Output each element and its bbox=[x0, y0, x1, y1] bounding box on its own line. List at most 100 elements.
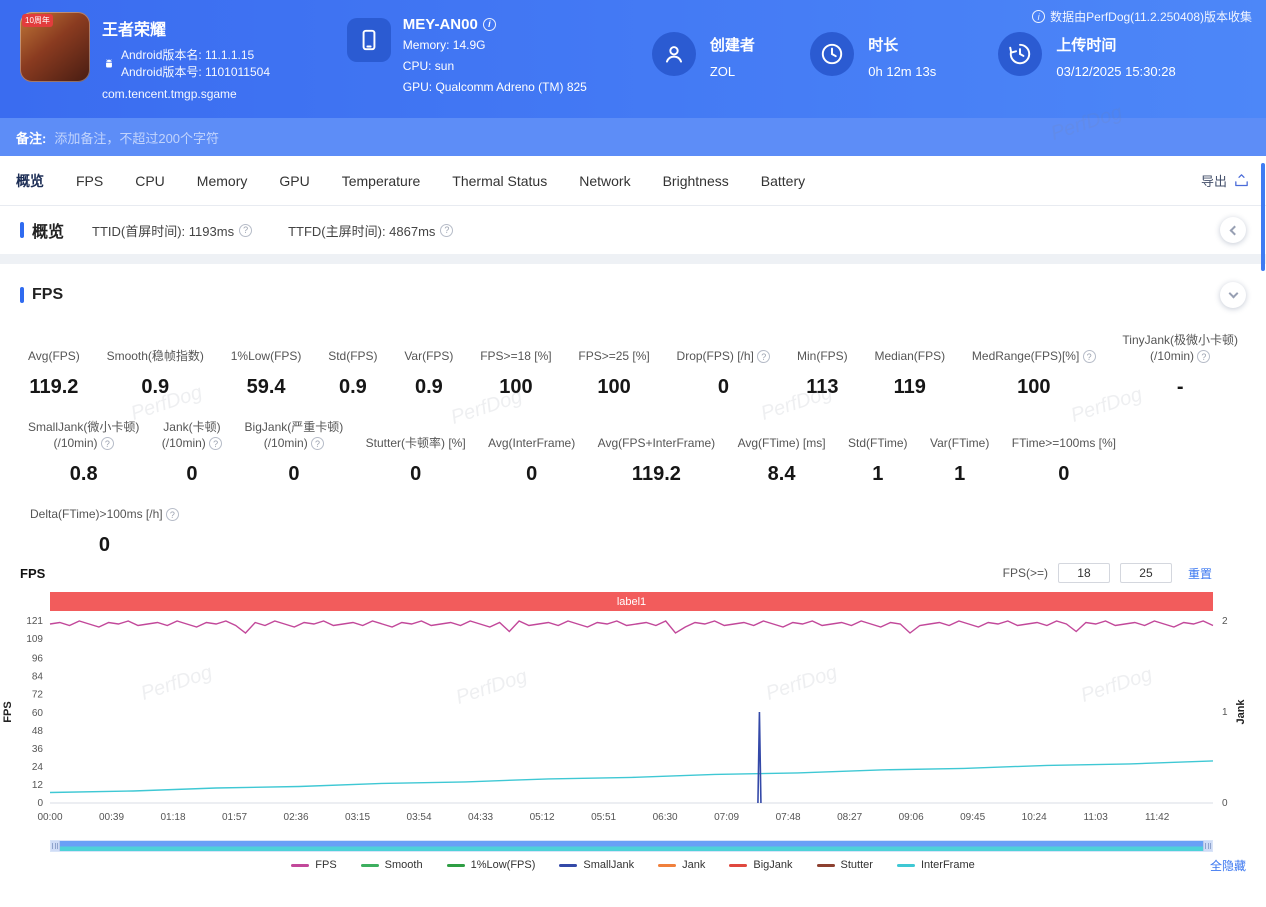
game-block: 10周年 王者荣耀 Android版本名: 11.1.1.15 Android版… bbox=[20, 12, 347, 118]
help-icon[interactable]: ? bbox=[757, 350, 770, 363]
tab-Brightness[interactable]: Brightness bbox=[663, 173, 729, 189]
metric-value: 0 bbox=[366, 463, 466, 486]
fps-section-header: FPS bbox=[0, 264, 1266, 308]
metric-Smooth(稳帧指数): Smooth(稳帧指数)0.9 bbox=[107, 348, 204, 399]
legend-label: Smooth bbox=[385, 859, 423, 871]
overview-expand-button[interactable] bbox=[1220, 217, 1246, 243]
device-info-icon[interactable]: i bbox=[483, 18, 496, 31]
fps-chart[interactable]: 01224364860728496109121012FPSJank00:0000… bbox=[0, 611, 1266, 835]
svg-text:0: 0 bbox=[37, 798, 43, 809]
metric-Drop(FPS) [/h]: Drop(FPS) [/h] ?0 bbox=[677, 348, 771, 399]
legend-label: BigJank bbox=[753, 859, 792, 871]
overview-section: 概览 TTID(首屏时间): 1193ms ? TTFD(主屏时间): 4867… bbox=[0, 206, 1266, 264]
range-fill[interactable] bbox=[60, 841, 1203, 851]
device-memory: Memory: 14.9G bbox=[403, 35, 587, 56]
help-icon[interactable]: ? bbox=[209, 437, 222, 450]
metric-label: BigJank(严重卡顿)(/10min) ? bbox=[245, 419, 344, 451]
metric-Stutter(卡顿率) [%]: Stutter(卡顿率) [%] 0 bbox=[366, 435, 466, 486]
page-scrollbar-thumb[interactable] bbox=[1261, 163, 1265, 271]
range-left-handle[interactable] bbox=[51, 841, 60, 851]
legend-SmallJank[interactable]: SmallJank bbox=[559, 859, 634, 871]
creator-value: ZOL bbox=[710, 64, 755, 79]
legend-FPS[interactable]: FPS bbox=[291, 859, 336, 871]
svg-text:121: 121 bbox=[26, 616, 43, 627]
tab-GPU[interactable]: GPU bbox=[279, 173, 309, 189]
metric-value: 113 bbox=[797, 376, 848, 399]
metric-label: Jank(卡顿)(/10min) ? bbox=[162, 419, 222, 451]
metric-label: 1%Low(FPS) bbox=[231, 348, 302, 364]
metric-Std(FTime): Std(FTime)1 bbox=[848, 435, 908, 486]
note-input[interactable]: 添加备注，不超过200个字符 bbox=[54, 128, 1250, 147]
reset-link[interactable]: 重置 bbox=[1188, 565, 1212, 582]
legend-InterFrame[interactable]: InterFrame bbox=[897, 859, 975, 871]
metric-1%Low(FPS): 1%Low(FPS)59.4 bbox=[231, 348, 302, 399]
metric-value: 100 bbox=[972, 376, 1096, 399]
metric-FTime>=100ms [%]: FTime>=100ms [%]0 bbox=[1012, 435, 1116, 486]
legend-Smooth[interactable]: Smooth bbox=[361, 859, 423, 871]
fps-collapse-button[interactable] bbox=[1220, 282, 1246, 308]
help-icon[interactable]: ? bbox=[166, 508, 179, 521]
metric-label: TinyJank(极微小卡顿)(/10min) ? bbox=[1122, 332, 1238, 364]
svg-text:36: 36 bbox=[32, 744, 44, 755]
legend-swatch bbox=[291, 864, 309, 867]
svg-text:96: 96 bbox=[32, 654, 44, 665]
help-icon[interactable]: ? bbox=[239, 224, 252, 237]
chevron-left-icon bbox=[1229, 225, 1239, 235]
hide-all-link[interactable]: 全隐藏 bbox=[1210, 857, 1246, 874]
fps-threshold-label: FPS(>=) bbox=[1003, 566, 1048, 580]
help-icon[interactable]: ? bbox=[1083, 350, 1096, 363]
tab-CPU[interactable]: CPU bbox=[135, 173, 165, 189]
metric-value: 1 bbox=[930, 463, 989, 486]
help-icon[interactable]: ? bbox=[440, 224, 453, 237]
help-icon[interactable]: ? bbox=[311, 437, 324, 450]
help-icon[interactable]: ? bbox=[101, 437, 114, 450]
metric-label: FPS>=18 [%] bbox=[480, 348, 551, 364]
game-icon: 10周年 bbox=[20, 12, 90, 82]
fps-section-title: FPS bbox=[32, 286, 63, 304]
tab-Temperature[interactable]: Temperature bbox=[342, 173, 421, 189]
chart-controls: FPS FPS(>=) 重置 bbox=[20, 563, 1212, 583]
tab-Thermal Status[interactable]: Thermal Status bbox=[452, 173, 547, 189]
svg-text:00:39: 00:39 bbox=[99, 812, 124, 823]
metric-value: 0.9 bbox=[328, 376, 377, 399]
metrics-rows: Avg(FPS)119.2Smooth(稳帧指数)0.91%Low(FPS)59… bbox=[0, 332, 1266, 557]
svg-text:1: 1 bbox=[1222, 707, 1228, 718]
legend-label: 1%Low(FPS) bbox=[471, 859, 536, 871]
legend-Stutter[interactable]: Stutter bbox=[817, 859, 873, 871]
export-button[interactable]: 导出 bbox=[1201, 171, 1250, 190]
svg-text:05:12: 05:12 bbox=[530, 812, 555, 823]
metric-row: Avg(FPS)119.2Smooth(稳帧指数)0.91%Low(FPS)59… bbox=[0, 332, 1266, 399]
metric-MedRange(FPS)[%]: MedRange(FPS)[%] ?100 bbox=[972, 348, 1096, 399]
svg-text:05:51: 05:51 bbox=[591, 812, 616, 823]
history-clock-icon bbox=[998, 32, 1042, 76]
tab-FPS[interactable]: FPS bbox=[76, 173, 103, 189]
svg-text:24: 24 bbox=[32, 762, 44, 773]
fps-threshold-input-2[interactable] bbox=[1120, 563, 1172, 583]
metric-label: Stutter(卡顿率) [%] bbox=[366, 435, 466, 451]
device-cpu: CPU: sun bbox=[403, 56, 587, 77]
svg-text:FPS: FPS bbox=[2, 701, 14, 722]
ttid-value: TTID(首屏时间): 1193ms bbox=[92, 221, 234, 240]
range-right-handle[interactable] bbox=[1203, 841, 1212, 851]
chart-range-scrollbar[interactable] bbox=[50, 840, 1213, 852]
legend-Jank[interactable]: Jank bbox=[658, 859, 705, 871]
collect-note-text: 数据由PerfDog(11.2.250408)版本收集 bbox=[1050, 8, 1252, 25]
collect-note: i 数据由PerfDog(11.2.250408)版本收集 bbox=[1032, 8, 1252, 25]
metric-label: Avg(FPS) bbox=[28, 348, 80, 364]
svg-text:Jank: Jank bbox=[1235, 699, 1247, 725]
tab-Memory[interactable]: Memory bbox=[197, 173, 248, 189]
metric-value: 0 bbox=[162, 463, 222, 486]
tab-Battery[interactable]: Battery bbox=[761, 173, 805, 189]
metric-Avg(FTime) [ms]: Avg(FTime) [ms]8.4 bbox=[738, 435, 826, 486]
svg-text:12: 12 bbox=[32, 780, 44, 791]
tab-概览[interactable]: 概览 bbox=[16, 171, 44, 191]
fps-threshold-input-1[interactable] bbox=[1058, 563, 1110, 583]
device-block: MEY-AN00 i Memory: 14.9G CPU: sun GPU: Q… bbox=[347, 14, 652, 118]
legend-1%Low(FPS)[interactable]: 1%Low(FPS) bbox=[447, 859, 536, 871]
legend-BigJank[interactable]: BigJank bbox=[729, 859, 792, 871]
export-icon bbox=[1233, 172, 1250, 189]
phone-icon bbox=[347, 18, 391, 62]
help-icon[interactable]: ? bbox=[1197, 350, 1210, 363]
tab-Network[interactable]: Network bbox=[579, 173, 630, 189]
svg-text:84: 84 bbox=[32, 672, 44, 683]
